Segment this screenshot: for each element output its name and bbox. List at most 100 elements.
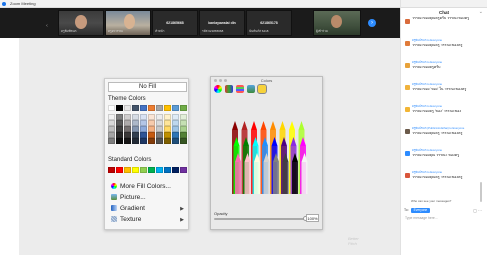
message-text: วรรณะของคุณ วรรณะ ของครู xyxy=(412,153,460,157)
standard-color-swatch[interactable] xyxy=(140,167,147,173)
standard-color-swatch[interactable] xyxy=(132,167,139,173)
sender-avatar xyxy=(405,151,410,156)
standard-color-swatch[interactable] xyxy=(156,167,163,173)
theme-color-swatch[interactable] xyxy=(164,105,171,111)
sender-avatar xyxy=(405,173,410,178)
participant-tile[interactable]: 621865668 หัวหน้า xyxy=(152,10,198,36)
menu-item-label: Texture xyxy=(120,216,142,223)
message-text: วรรณะของครู 'ของ' วรรณะของ xyxy=(412,109,462,113)
standard-color-swatch[interactable] xyxy=(164,167,171,173)
sender-avatar xyxy=(405,85,410,90)
participant-name: รหัส 621865668 xyxy=(202,29,224,33)
chat-message: ครูพิมพ์ชนก to Everyone วรรณะของคุณ วรรณ… xyxy=(405,148,483,158)
theme-color-shade-swatch[interactable] xyxy=(140,138,147,144)
chat-message: ครูพิมพ์ชนก to Everyone วรรณะของคุณครู ว… xyxy=(405,170,483,180)
participant-name: ครูอรวรรณ xyxy=(108,29,123,33)
participant-tile[interactable]: kanlayawalai dln รหัส 621865668 xyxy=(199,10,245,36)
sender-avatar xyxy=(405,107,410,112)
gradient-item[interactable]: Gradient xyxy=(111,205,184,212)
theme-color-shade-swatch[interactable] xyxy=(180,138,187,144)
theme-color-shade-swatch[interactable] xyxy=(116,138,123,144)
watermark-line: Pitch xyxy=(348,241,357,246)
chat-options-icon[interactable]: ⌄ xyxy=(479,9,483,15)
colors-dialog: Colors Opacity 100% xyxy=(210,76,323,230)
standard-colors-label: Standard Colors xyxy=(108,157,152,163)
theme-color-shade-swatch[interactable] xyxy=(148,138,155,144)
opacity-slider[interactable] xyxy=(214,216,308,221)
participant-tile[interactable]: 621865178 นันท์นภัส 6218 xyxy=(246,10,292,36)
strip-prev-icon[interactable]: ‹ xyxy=(44,22,50,30)
recipient-select[interactable]: Everyone xyxy=(410,208,431,213)
texture-submenu-arrow-icon: ▶ xyxy=(180,217,184,223)
colors-dialog-title: Colors xyxy=(260,78,273,83)
theme-colors-shades xyxy=(108,114,187,144)
message-text: วรรณะของคุณครู วรรณะของครู xyxy=(412,175,463,179)
message-text: วรรณะของคุณครู วรรณะของครู xyxy=(412,43,463,47)
theme-color-shade-swatch[interactable] xyxy=(124,138,131,144)
theme-color-swatch[interactable] xyxy=(108,105,115,111)
theme-color-swatch[interactable] xyxy=(132,105,139,111)
standard-color-swatch[interactable] xyxy=(148,167,155,173)
standard-color-swatch[interactable] xyxy=(108,167,115,173)
opacity-label: Opacity xyxy=(214,211,228,216)
participant-name: ผู้เข้าร่วม xyxy=(316,29,328,33)
fill-color-menu: No Fill Theme Colors Standard Colors Mor… xyxy=(104,78,189,230)
chat-file-icon[interactable]: ▢ ··· xyxy=(473,208,482,213)
message-visibility-hint[interactable]: Who can see your messages? xyxy=(411,199,451,203)
theme-color-swatch[interactable] xyxy=(148,105,155,111)
message-text: วรรณะของคุณครูครับ วรรณะของครู xyxy=(412,16,470,20)
window-title: Zoom Meeting xyxy=(10,1,36,6)
chat-message-input[interactable]: Type message here... xyxy=(405,216,438,220)
chat-panel: Chat ⌄ วรรณะของคุณครูครับ วรรณะของครู คร… xyxy=(400,0,487,255)
crayon-box[interactable] xyxy=(228,103,310,195)
opacity-value-field[interactable]: 100% xyxy=(306,214,319,222)
participant-name: นันท์นภัส 6218 xyxy=(249,29,269,33)
theme-color-shade-swatch[interactable] xyxy=(164,138,171,144)
color-wheel-icon xyxy=(111,183,117,189)
standard-colors-row xyxy=(108,167,187,173)
participant-tile[interactable]: ครูอรวรรณ xyxy=(105,10,151,36)
more-fill-colors-item[interactable]: More Fill Colors... xyxy=(111,183,171,190)
to-label: To: xyxy=(404,208,409,212)
standard-color-swatch[interactable] xyxy=(124,167,131,173)
chat-scrollbar[interactable] xyxy=(480,182,482,202)
participant-face xyxy=(124,14,135,29)
chat-panel-titlebar xyxy=(401,0,487,8)
standard-color-swatch[interactable] xyxy=(180,167,187,173)
texture-item[interactable]: Texture xyxy=(111,216,141,223)
theme-color-swatch[interactable] xyxy=(156,105,163,111)
theme-colors-top-row xyxy=(108,105,187,111)
image-palettes-tab-icon[interactable] xyxy=(247,85,255,93)
participant-tile[interactable]: ผู้เข้าร่วม xyxy=(313,10,361,36)
chat-message: วรรณะของคุณครูครับ วรรณะของครู xyxy=(405,16,483,24)
theme-color-shade-swatch[interactable] xyxy=(132,138,139,144)
picture-item[interactable]: Picture... xyxy=(111,194,146,201)
chat-message: ครูพิมพ์ชนก to Everyone วรรณะของครูครับ xyxy=(405,60,483,70)
participant-name: ครูพิมพ์ชนก xyxy=(61,29,77,33)
participant-center-label: 621865668 xyxy=(166,21,184,25)
standard-color-swatch[interactable] xyxy=(172,167,179,173)
menu-item-label: More Fill Colors... xyxy=(120,183,171,190)
theme-color-swatch[interactable] xyxy=(116,105,123,111)
no-fill-button[interactable]: No Fill xyxy=(108,82,187,92)
theme-color-swatch[interactable] xyxy=(124,105,131,111)
theme-color-shade-swatch[interactable] xyxy=(156,138,163,144)
message-text: วรรณะของคุณครู วรรณะของครู xyxy=(412,131,463,135)
theme-color-swatch[interactable] xyxy=(140,105,147,111)
strip-next-icon[interactable]: › xyxy=(368,19,376,27)
theme-color-swatch[interactable] xyxy=(180,105,187,111)
message-text: วรรณะของ 'ของ' ใน วรรณะของครู xyxy=(412,87,467,91)
participant-strip: ‹ ครูพิมพ์ชนก ครูอรวรรณ 621865668 หัวหน้… xyxy=(0,8,400,38)
participant-tile[interactable]: ครูพิมพ์ชนก xyxy=(58,10,104,36)
chat-recipient-row: To: Everyone xyxy=(404,208,431,213)
theme-color-shade-swatch[interactable] xyxy=(108,138,115,144)
sender-avatar xyxy=(405,19,410,24)
theme-color-shade-swatch[interactable] xyxy=(172,138,179,144)
standard-color-swatch[interactable] xyxy=(116,167,123,173)
menu-item-label: Picture... xyxy=(120,194,146,201)
theme-color-swatch[interactable] xyxy=(172,105,179,111)
color-palettes-tab-icon[interactable] xyxy=(236,85,244,93)
crayons-tab-icon[interactable] xyxy=(257,84,267,94)
color-wheel-tab-icon[interactable] xyxy=(214,85,222,93)
color-sliders-tab-icon[interactable] xyxy=(225,85,233,93)
